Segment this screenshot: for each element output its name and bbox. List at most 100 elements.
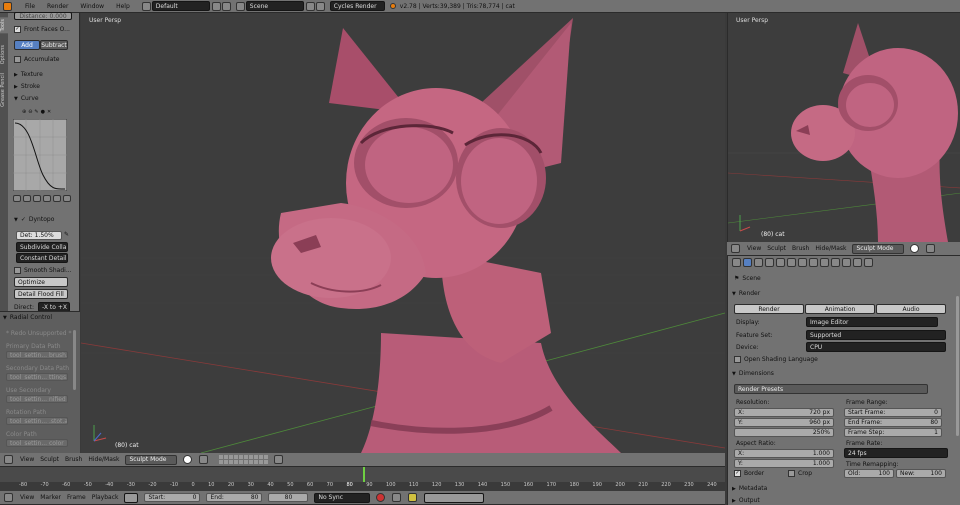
menu-sculpt[interactable]: Sculpt bbox=[767, 245, 786, 252]
zoom-in-icon[interactable]: ⊕ bbox=[22, 109, 26, 115]
device-selector[interactable]: CPU bbox=[806, 342, 946, 352]
current-frame-field[interactable]: 80 bbox=[268, 493, 309, 502]
scene-tab-icon[interactable] bbox=[765, 258, 774, 267]
stroke-panel[interactable]: ▶ Stroke bbox=[14, 83, 40, 90]
border-option[interactable]: ✓ Border bbox=[734, 470, 764, 477]
dyntopo-check-icon[interactable]: ✓ bbox=[21, 216, 26, 223]
render-panel-header[interactable]: ▼ Render bbox=[732, 290, 760, 297]
editor-type-icon[interactable] bbox=[4, 455, 13, 464]
checkbox-icon[interactable] bbox=[14, 56, 21, 63]
physics-tab-icon[interactable] bbox=[864, 258, 873, 267]
viewport-shading-icon[interactable] bbox=[910, 244, 920, 253]
remap-old-field[interactable]: Old: 100 bbox=[844, 469, 894, 478]
checkbox-icon[interactable]: ✓ bbox=[734, 470, 741, 477]
curve-dot-icon[interactable]: ● bbox=[41, 109, 45, 115]
front-faces-option[interactable]: ✓ Front Faces O... bbox=[14, 26, 70, 33]
dimensions-panel-header[interactable]: ▼ Dimensions bbox=[732, 370, 774, 377]
detail-flood-fill-button[interactable]: Detail Flood Fill bbox=[14, 289, 68, 299]
record-icon[interactable] bbox=[376, 493, 386, 502]
pivot-icon[interactable] bbox=[926, 244, 936, 253]
close-icon[interactable]: ✕ bbox=[47, 109, 51, 115]
layout-selector[interactable]: Default bbox=[151, 1, 210, 11]
camera-viewport[interactable]: User Persp (80) cat bbox=[727, 13, 960, 242]
render-tab-icon[interactable] bbox=[743, 258, 752, 267]
menu-sculpt[interactable]: Sculpt bbox=[40, 456, 59, 463]
panel-scrollbar[interactable] bbox=[73, 330, 76, 390]
insert-key-icon[interactable] bbox=[408, 493, 418, 502]
keying-set-icon[interactable] bbox=[392, 493, 402, 502]
detail-size-field[interactable]: Det: 1.50% bbox=[16, 231, 62, 240]
render-engine-selector[interactable]: Cycles Render bbox=[329, 1, 385, 11]
preset-sphere-icon[interactable] bbox=[23, 195, 31, 202]
material-tab-icon[interactable] bbox=[831, 258, 840, 267]
accumulate-option[interactable]: Accumulate bbox=[14, 56, 59, 63]
render-presets-selector[interactable]: Render Presets bbox=[734, 384, 928, 394]
curve-panel[interactable]: ▼ Curve bbox=[14, 95, 39, 102]
preset-root-icon[interactable] bbox=[33, 195, 41, 202]
editor-type-icon[interactable] bbox=[4, 493, 13, 502]
preset-line-icon[interactable] bbox=[53, 195, 61, 202]
menu-brush[interactable]: Brush bbox=[65, 456, 82, 463]
render-button[interactable]: Render bbox=[734, 304, 804, 314]
constraints-tab-icon[interactable] bbox=[798, 258, 807, 267]
start-frame-field[interactable]: Start Frame: 0 bbox=[844, 408, 942, 417]
optimize-button[interactable]: Optimize bbox=[14, 277, 68, 287]
feature-set-selector[interactable]: Supported bbox=[806, 330, 946, 340]
end-frame-field[interactable]: End Frame: 80 bbox=[844, 418, 942, 427]
wrench-icon[interactable]: ✎ bbox=[34, 109, 38, 115]
mode-selector[interactable]: Sculpt Mode bbox=[852, 243, 905, 254]
viewport-shading-icon[interactable] bbox=[183, 455, 193, 464]
tab-options[interactable]: Options bbox=[0, 43, 8, 66]
radial-control-header[interactable]: ▼ Radial Control bbox=[3, 314, 52, 321]
menu-view[interactable]: View bbox=[747, 245, 761, 252]
menu-render[interactable]: Render bbox=[47, 3, 68, 10]
menu-hide-mask[interactable]: Hide/Mask bbox=[815, 245, 846, 252]
menu-help[interactable]: Help bbox=[116, 3, 130, 10]
world-tab-icon[interactable] bbox=[776, 258, 785, 267]
layer-buttons[interactable] bbox=[219, 455, 269, 464]
distance-field[interactable]: Distance: 0.000 bbox=[14, 12, 72, 20]
start-frame-field[interactable]: Start: 0 bbox=[144, 493, 201, 502]
resolution-percent-field[interactable]: 250% bbox=[734, 428, 834, 437]
audio-button[interactable]: Audio bbox=[876, 304, 946, 314]
checkbox-icon[interactable]: ✓ bbox=[14, 26, 21, 33]
menu-window[interactable]: Window bbox=[80, 3, 104, 10]
menu-brush[interactable]: Brush bbox=[792, 245, 809, 252]
menu-hide-mask[interactable]: Hide/Mask bbox=[88, 456, 119, 463]
data-tab-icon[interactable] bbox=[820, 258, 829, 267]
particles-tab-icon[interactable] bbox=[853, 258, 862, 267]
menu-marker[interactable]: Marker bbox=[40, 494, 61, 501]
falloff-curve-widget[interactable] bbox=[13, 119, 67, 191]
scene-icon[interactable] bbox=[235, 1, 245, 11]
end-frame-field[interactable]: End: 80 bbox=[206, 493, 263, 502]
main-viewport[interactable]: User Persp (80) cat bbox=[81, 13, 725, 453]
frame-rate-selector[interactable]: 24 fps bbox=[844, 448, 948, 458]
checkbox-icon[interactable] bbox=[788, 470, 795, 477]
frame-step-field[interactable]: Frame Step: 1 bbox=[844, 428, 942, 437]
menu-view[interactable]: View bbox=[20, 494, 34, 501]
menu-file[interactable]: File bbox=[25, 3, 35, 10]
dyntopo-panel[interactable]: ▼ ✓ Dyntopo bbox=[14, 216, 54, 223]
screen-layout-icon[interactable] bbox=[141, 1, 151, 11]
eyedropper-icon[interactable]: ✎ bbox=[64, 231, 69, 238]
object-tab-icon[interactable] bbox=[787, 258, 796, 267]
checkbox-icon[interactable] bbox=[734, 356, 741, 363]
timeline-current-frame[interactable] bbox=[363, 467, 365, 482]
preview-range-field[interactable] bbox=[124, 492, 139, 503]
output-panel-header[interactable]: ▶ Output bbox=[732, 497, 760, 504]
zoom-out-icon[interactable]: ⊖ bbox=[28, 109, 32, 115]
texture-panel[interactable]: ▶ Texture bbox=[14, 71, 43, 78]
preset-smooth-icon[interactable] bbox=[13, 195, 21, 202]
crop-option[interactable]: Crop bbox=[788, 470, 812, 477]
sync-mode-selector[interactable]: No Sync bbox=[314, 492, 371, 503]
osl-option[interactable]: Open Shading Language bbox=[734, 356, 818, 363]
preset-max-icon[interactable] bbox=[63, 195, 71, 202]
subdivide-collapse-selector[interactable]: Subdivide Colla... bbox=[16, 242, 68, 252]
scene-selector[interactable]: Scene bbox=[245, 1, 304, 11]
display-selector[interactable]: Image Editor bbox=[806, 317, 938, 327]
modifiers-tab-icon[interactable] bbox=[809, 258, 818, 267]
tab-tools[interactable]: Tools bbox=[0, 17, 8, 34]
smooth-shading-option[interactable]: Smooth Shadi... bbox=[14, 267, 72, 274]
menu-playback[interactable]: Playback bbox=[92, 494, 119, 501]
add-button[interactable]: Add bbox=[14, 40, 40, 50]
